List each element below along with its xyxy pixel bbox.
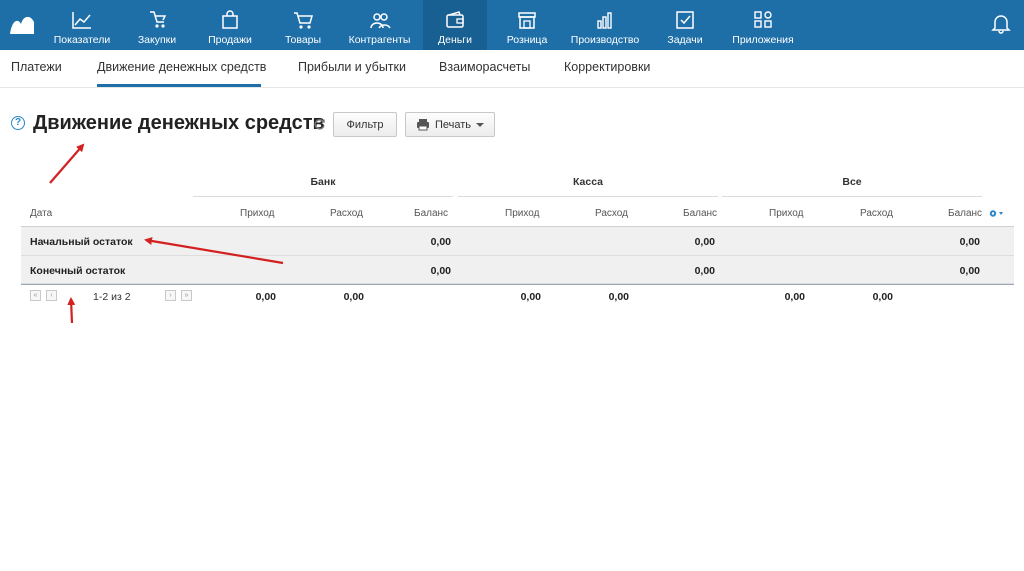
total-cash-expense: 0,00	[608, 291, 629, 303]
pager-first-button[interactable]: «	[30, 290, 41, 301]
double-chevron-left-icon: «	[33, 292, 38, 299]
chevron-left-icon: ‹	[50, 292, 53, 299]
gear-icon[interactable]	[988, 208, 1004, 219]
column-header-balance[interactable]: Баланс	[948, 208, 982, 219]
help-icon[interactable]: ?	[11, 116, 25, 130]
tab-cash-flow[interactable]: Движение денежных средств	[97, 60, 266, 74]
nav-item-retail[interactable]: Розница	[501, 0, 553, 50]
column-header-income[interactable]: Приход	[769, 208, 803, 219]
chevron-down-icon	[476, 122, 485, 127]
shopping-bag-icon	[222, 10, 238, 29]
column-header-date[interactable]: Дата	[30, 208, 52, 219]
nav-label: Деньги	[438, 34, 472, 46]
group-header-all: Все	[842, 176, 862, 188]
cart-hand-icon	[150, 11, 167, 28]
total-bank-income: 0,00	[255, 291, 276, 303]
pager-prev-button[interactable]: ‹	[46, 290, 57, 301]
people-icon	[369, 13, 391, 29]
nav-label: Контрагенты	[348, 34, 411, 46]
cell-bank-balance: 0,00	[430, 265, 451, 277]
group-divider	[722, 196, 982, 197]
cell-cash-balance: 0,00	[694, 236, 715, 248]
row-label-opening: Начальный остаток	[30, 236, 133, 248]
chevron-right-icon: ›	[169, 292, 172, 299]
sub-navigation: Платежи Движение денежных средств Прибыл…	[0, 50, 1024, 88]
nav-label: Производство	[570, 34, 640, 46]
tab-settlements[interactable]: Взаиморасчеты	[439, 60, 530, 74]
wallet-icon	[446, 11, 464, 28]
page-title: Движение денежных средств	[33, 112, 325, 134]
tab-adjustments[interactable]: Корректировки	[564, 60, 650, 74]
nav-label: Продажи	[208, 34, 252, 46]
nav-item-goods[interactable]: Товары	[277, 0, 329, 50]
logo-icon[interactable]	[8, 10, 36, 38]
nav-item-dashboard[interactable]: Показатели	[48, 0, 116, 50]
group-divider	[193, 196, 453, 197]
chart-line-icon	[72, 12, 91, 29]
tab-profit-loss[interactable]: Прибыли и убытки	[298, 60, 406, 74]
total-all-income: 0,00	[784, 291, 805, 303]
refresh-icon[interactable]	[313, 118, 326, 131]
pager-last-button[interactable]: »	[181, 290, 192, 301]
nav-item-production[interactable]: Производство	[567, 0, 643, 50]
cart-icon	[294, 12, 313, 29]
cell-all-balance: 0,00	[959, 236, 980, 248]
annotation-arrow-title	[49, 143, 85, 184]
nav-label: Показатели	[53, 34, 111, 46]
pager-next-button[interactable]: ›	[165, 290, 176, 301]
group-header-cash: Касса	[572, 176, 604, 188]
group-header-bank: Банк	[310, 176, 336, 188]
nav-item-apps[interactable]: Приложения	[727, 0, 799, 50]
column-header-expense[interactable]: Расход	[860, 208, 893, 219]
column-header-balance[interactable]: Баланс	[414, 208, 448, 219]
store-icon	[518, 12, 536, 29]
cell-cash-balance: 0,00	[694, 265, 715, 277]
checkbox-icon	[676, 11, 694, 29]
print-button-label: Печать	[434, 118, 472, 131]
active-tab-indicator	[97, 84, 261, 87]
nav-label: Закупки	[137, 34, 177, 46]
printer-icon	[416, 119, 429, 131]
top-navigation: Показатели Закупки Продажи Товары Контра…	[0, 0, 1024, 50]
cell-all-balance: 0,00	[959, 265, 980, 277]
total-bank-expense: 0,00	[343, 291, 364, 303]
apps-icon	[754, 11, 772, 28]
table-bottom-border	[21, 284, 1014, 285]
pager-range: 1-2 из 2	[93, 291, 131, 303]
total-cash-income: 0,00	[520, 291, 541, 303]
double-chevron-right-icon: »	[184, 292, 189, 299]
row-label-closing: Конечный остаток	[30, 265, 126, 277]
table-row[interactable]: Начальный остаток 0,00 0,00 0,00	[21, 227, 1014, 256]
nav-label: Задачи	[667, 34, 703, 46]
nav-label: Приложения	[732, 34, 794, 46]
nav-label: Товары	[284, 34, 322, 46]
factory-icon	[597, 12, 612, 29]
total-all-expense: 0,00	[872, 291, 893, 303]
nav-item-money[interactable]: Деньги	[423, 0, 487, 50]
nav-item-purchases[interactable]: Закупки	[129, 0, 185, 50]
cell-bank-balance: 0,00	[430, 236, 451, 248]
nav-item-tasks[interactable]: Задачи	[662, 0, 708, 50]
nav-item-counterparties[interactable]: Контрагенты	[342, 0, 417, 50]
group-divider	[458, 196, 718, 197]
annotation-arrow-pager	[67, 297, 76, 324]
tab-payments[interactable]: Платежи	[11, 60, 62, 74]
table-row[interactable]: Конечный остаток 0,00 0,00 0,00	[21, 256, 1014, 284]
nav-label: Розница	[506, 34, 548, 46]
bell-icon[interactable]	[990, 12, 1012, 34]
column-header-balance[interactable]: Баланс	[683, 208, 717, 219]
column-header-income[interactable]: Приход	[240, 208, 274, 219]
nav-item-sales[interactable]: Продажи	[201, 0, 259, 50]
filter-button-label: Фильтр	[346, 118, 384, 131]
column-header-income[interactable]: Приход	[505, 208, 539, 219]
filter-button[interactable]: Фильтр	[333, 112, 397, 137]
column-header-expense[interactable]: Расход	[595, 208, 628, 219]
column-header-expense[interactable]: Расход	[330, 208, 363, 219]
print-button[interactable]: Печать	[405, 112, 495, 137]
